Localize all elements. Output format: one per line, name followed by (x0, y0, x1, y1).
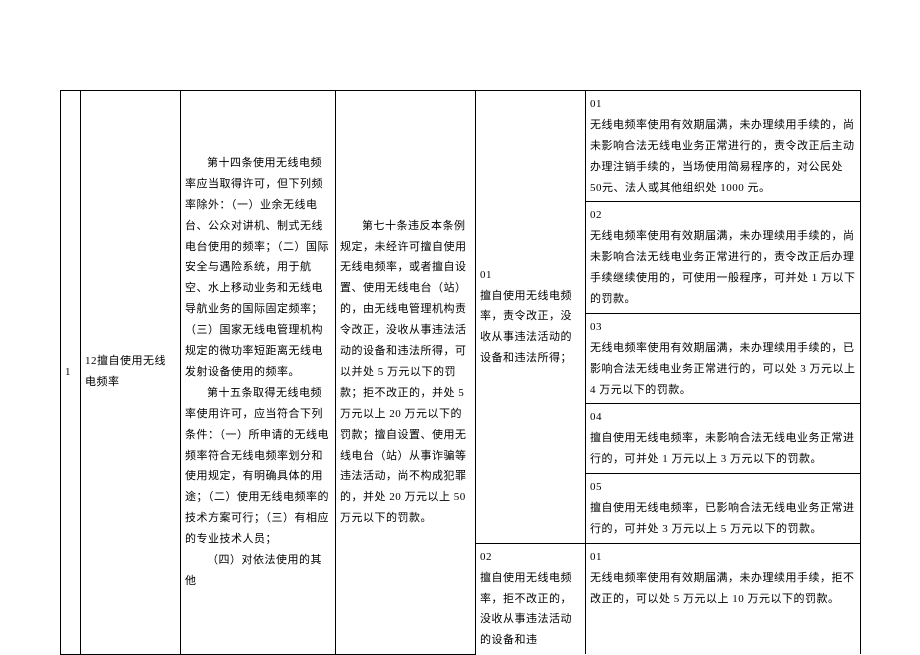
penalty-04-num: 04 (590, 407, 856, 428)
row-index: 1 (61, 359, 80, 386)
penalty-03-cell: 03 无线电频率使用有效期届满，未办理续用手续的，已影响合法无线电业务正常进行的… (586, 313, 861, 404)
penalty-01-cell: 01 无线电频率使用有效期届满，未办理续用手续的，尚未影响合法无线电业务正常进行… (586, 91, 861, 202)
article-15-text: 第十五条取得无线电频率使用许可，应当符合下列条件：（一）所申请的无线电频率符合无… (185, 383, 331, 550)
penalty-03-text: 无线电频率使用有效期届满，未办理续用手续的，已影响合法无线电业务正常进行的，可以… (590, 338, 856, 401)
regulation-table: 1 12擅自使用无线电频率 第十四条使用无线电频率应当取得许可，但下列频率除外：… (60, 90, 861, 655)
situation-02-text: 擅自使用无线电频率，拒不改正的，没收从事违法活动的设备和违 (480, 568, 581, 652)
penalty-03-num: 03 (590, 317, 856, 338)
article-70-cell: 第七十条违反本条例规定，未经许可擅自使用无线电频率，或者擅自设置、使用无线电台（… (336, 91, 476, 655)
penalty-05-cell: 05 擅自使用无线电频率，已影响合法无线电业务正常进行的，可并处 3 万元以上 … (586, 474, 861, 544)
penalty-05-text: 擅自使用无线电频率，已影响合法无线电业务正常进行的，可并处 3 万元以上 5 万… (590, 498, 856, 540)
article-15-item4: （四）对依法使用的其他 (185, 550, 331, 592)
item-title: 擅自使用无线电频率 (85, 355, 166, 388)
item-title-cell: 12擅自使用无线电频率 (81, 91, 181, 655)
situation-01-text: 擅自使用无线电频率，责令改正，没收从事违法活动的设备和违法所得； (480, 286, 581, 370)
penalty-05-num: 05 (590, 477, 856, 498)
penalty-04-cell: 04 擅自使用无线电频率，未影响合法无线电业务正常进行的，可并处 1 万元以上 … (586, 404, 861, 474)
situation-01-cell: 01 擅自使用无线电频率，责令改正，没收从事违法活动的设备和违法所得； (476, 91, 586, 544)
row-index-cell: 1 (61, 91, 81, 655)
situation-01-num: 01 (480, 265, 581, 286)
penalty-02-cell: 02 无线电频率使用有效期届满，未办理续用手续的，尚未影响合法无线电业务正常进行… (586, 202, 861, 313)
item-number: 12 (85, 355, 97, 367)
penalty-02-num: 02 (590, 205, 856, 226)
article-70-text: 第七十条违反本条例规定，未经许可擅自使用无线电频率，或者擅自设置、使用无线电台（… (340, 216, 471, 529)
penalty-b01-text: 无线电频率使用有效期届满，未办理续用手续，拒不改正的，可以处 5 万元以上 10… (590, 568, 856, 610)
situation-02-num: 02 (480, 547, 581, 568)
penalty-02-text: 无线电频率使用有效期届满，未办理续用手续的，尚未影响合法无线电业务正常进行的，责… (590, 226, 856, 310)
article-14-15-cell: 第十四条使用无线电频率应当取得许可，但下列频率除外：（一）业余无线电台、公众对讲… (181, 91, 336, 655)
penalty-04-text: 擅自使用无线电频率，未影响合法无线电业务正常进行的，可并处 1 万元以上 3 万… (590, 428, 856, 470)
situation-02-cell: 02 擅自使用无线电频率，拒不改正的，没收从事违法活动的设备和违 (476, 543, 586, 654)
article-14-text: 第十四条使用无线电频率应当取得许可，但下列频率除外：（一）业余无线电台、公众对讲… (185, 153, 331, 383)
penalty-b01-num: 01 (590, 547, 856, 568)
penalty-01-text: 无线电频率使用有效期届满，未办理续用手续的，尚未影响合法无线电业务正常进行的，责… (590, 115, 856, 199)
penalty-b01-cell: 01 无线电频率使用有效期届满，未办理续用手续，拒不改正的，可以处 5 万元以上… (586, 543, 861, 654)
penalty-01-num: 01 (590, 94, 856, 115)
